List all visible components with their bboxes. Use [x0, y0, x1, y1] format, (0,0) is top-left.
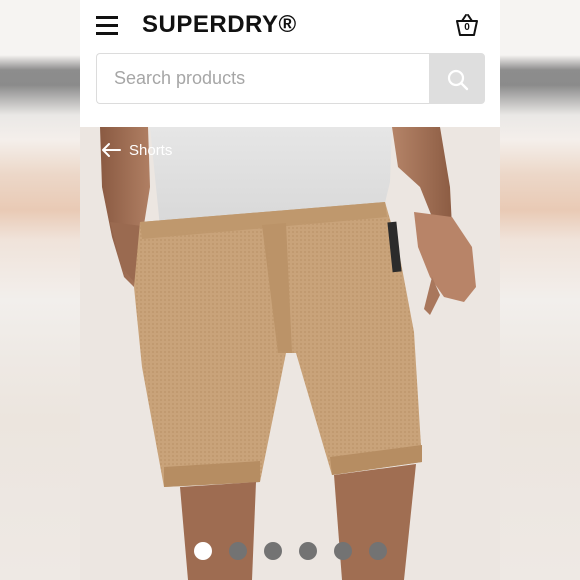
product-image-carousel[interactable]: Shorts — [80, 127, 500, 580]
carousel-dot[interactable] — [263, 542, 282, 560]
product-photo — [80, 127, 500, 580]
basket-button[interactable]: 0 — [455, 13, 479, 37]
back-link-label: Shorts — [129, 141, 173, 159]
site-header: SUPERDRY® 0 — [80, 0, 500, 52]
carousel-dot[interactable] — [298, 542, 317, 560]
brand-logo[interactable]: SUPERDRY® — [142, 11, 297, 39]
carousel-dot[interactable] — [333, 542, 352, 560]
mobile-viewport: SUPERDRY® 0 Search products Shorts — [80, 0, 500, 580]
back-to-category-link[interactable]: Shorts — [101, 139, 172, 161]
search-input[interactable] — [96, 53, 430, 104]
carousel-pagination — [80, 542, 500, 560]
arrow-left-icon — [102, 143, 121, 157]
search-icon — [447, 69, 469, 91]
carousel-dot[interactable] — [193, 542, 212, 560]
carousel-dot[interactable] — [228, 542, 247, 560]
hamburger-menu-icon[interactable] — [96, 16, 118, 35]
carousel-dot[interactable] — [368, 542, 387, 560]
search-bar — [96, 53, 485, 104]
search-button[interactable] — [429, 53, 485, 104]
basket-count-badge: 0 — [464, 22, 470, 33]
